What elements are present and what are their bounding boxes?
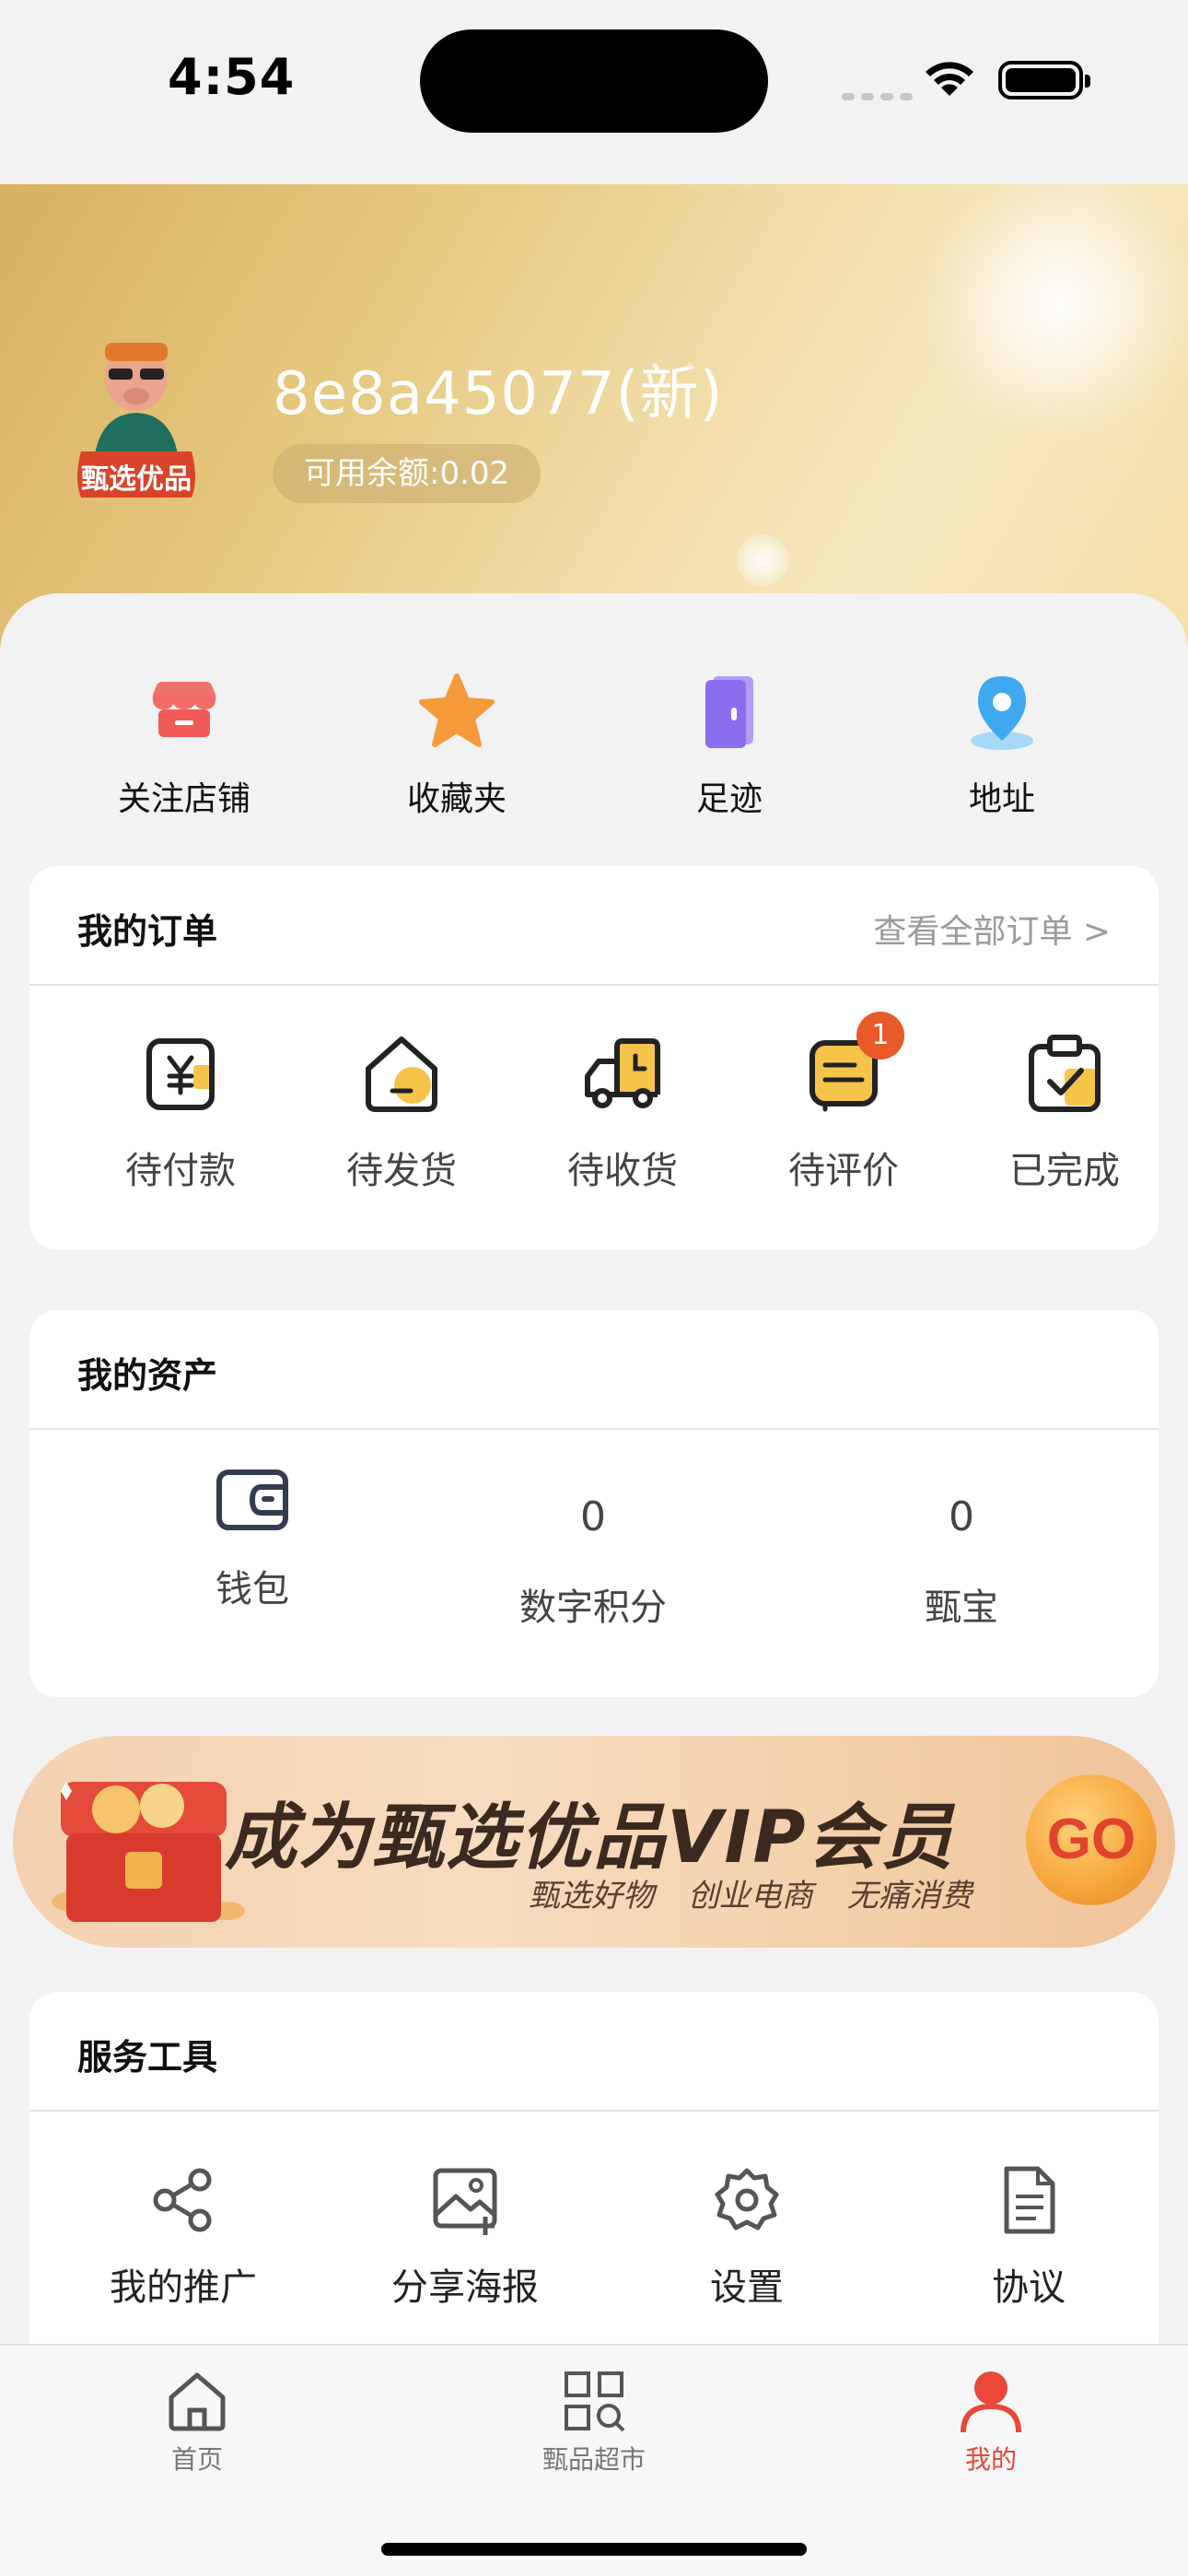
share-icon: [153, 2168, 212, 2232]
tab-label: 我的: [964, 2444, 1017, 2475]
vip-title: 成为甄选优品VIP会员: [225, 1797, 955, 1879]
tools-card-header: 服务工具: [29, 1992, 1159, 2112]
order-completed[interactable]: 已完成: [973, 1028, 1157, 1194]
vip-subtitle: 甄选好物 创业电商 无痛消费: [529, 1878, 973, 1914]
tool-label: 协议: [992, 2266, 1066, 2309]
order-status-label: 待评价: [788, 1150, 899, 1192]
sun-glare: [921, 184, 1188, 442]
order-status-label: 待发货: [346, 1150, 457, 1192]
orders-title: 我的订单: [77, 911, 218, 952]
quick-link-followed-stores[interactable]: 关注店铺: [92, 667, 276, 820]
image-add-icon: [433, 2168, 497, 2235]
quick-links: 关注店铺 收藏夹 足迹 地址: [0, 667, 1188, 818]
quick-link-label: 地址: [968, 780, 1035, 818]
order-pending-shipment[interactable]: 待发货: [309, 1028, 494, 1194]
quick-link-favorites[interactable]: 收藏夹: [365, 667, 549, 820]
avatar[interactable]: 甄选优品: [53, 322, 219, 507]
quick-link-label: 关注店铺: [117, 780, 250, 818]
order-pending-review[interactable]: 1 待评价: [751, 1012, 936, 1194]
username: 8e8a45077(新): [273, 360, 724, 428]
clipboard-check-icon: [1029, 1035, 1101, 1112]
tool-label: 我的推广: [110, 2266, 257, 2309]
tool-my-promotion[interactable]: 我的推广: [77, 2163, 289, 2311]
treasure-chest-icon: [52, 1782, 245, 1922]
quick-link-label: 收藏夹: [406, 780, 507, 818]
status-bar: 4:54: [0, 0, 1188, 184]
quick-link-footprints[interactable]: 足迹: [637, 667, 821, 820]
asset-digital-points[interactable]: 0 数字积分: [455, 1485, 731, 1631]
order-status-label: 已完成: [1009, 1150, 1120, 1192]
asset-value: 0: [580, 1493, 606, 1540]
assets-card-header: 我的资产: [29, 1310, 1159, 1430]
tool-label: 设置: [710, 2266, 784, 2309]
tools-title: 服务工具: [77, 2037, 218, 2078]
orders-card-header: 我的订单 查看全部订单 >: [29, 866, 1159, 986]
quick-link-address[interactable]: 地址: [910, 667, 1094, 820]
tools-card: 服务工具 我的推广 分享海报 设置 协议: [29, 1992, 1159, 2397]
balance-pill: 可用余额:0.02: [273, 444, 542, 503]
bottom-tab-bar: 首页 甄品超市 我的: [0, 2344, 1188, 2576]
asset-label: 钱包: [215, 1568, 289, 1610]
review-count-badge: 1: [856, 1012, 904, 1060]
grid-search-icon: [565, 2371, 625, 2432]
dynamic-island: [420, 29, 768, 133]
order-pending-payment[interactable]: 待付款: [88, 1028, 273, 1194]
asset-wallet[interactable]: 钱包: [114, 1467, 390, 1612]
avatar-logo-text: 甄选优品: [81, 463, 192, 496]
yen-wallet-icon: [146, 1038, 215, 1110]
tab-label: 甄品超市: [542, 2444, 646, 2475]
status-time: 4:54: [168, 48, 296, 106]
orders-card: 我的订单 查看全部订单 > 待付款 待发货 待收货 1 待评价 已完成: [29, 866, 1159, 1249]
tool-agreement[interactable]: 协议: [923, 2163, 1135, 2311]
asset-zhenbao[interactable]: 0 甄宝: [823, 1485, 1100, 1631]
battery-icon: [998, 61, 1090, 100]
order-pending-receipt[interactable]: 待收货: [530, 1028, 715, 1194]
star-icon: [419, 673, 495, 747]
home-icon: [169, 2372, 226, 2431]
tab-home[interactable]: 首页: [105, 2366, 289, 2476]
assets-title: 我的资产: [77, 1355, 218, 1396]
asset-label: 甄宝: [925, 1587, 998, 1629]
tab-mine[interactable]: 我的: [899, 2366, 1083, 2476]
cellular-signal-icon: [842, 87, 919, 104]
order-status-row: 待付款 待发货 待收货 1 待评价 已完成: [29, 986, 1159, 1249]
store-icon: [152, 682, 216, 737]
asset-value: 0: [949, 1493, 974, 1540]
gear-icon: [715, 2168, 779, 2231]
tool-label: 分享海报: [391, 2266, 539, 2309]
tool-settings[interactable]: 设置: [641, 2163, 853, 2311]
footprint-icon: [705, 676, 753, 748]
vip-go-button[interactable]: GO: [1026, 1774, 1157, 1905]
house-box-icon: [366, 1036, 437, 1112]
quick-link-label: 足迹: [695, 780, 763, 818]
location-pin-icon: [971, 676, 1033, 750]
assets-card: 我的资产 钱包 0 数字积分 0 甄宝: [29, 1310, 1159, 1697]
lens-flare: [737, 534, 788, 586]
tab-supermarket[interactable]: 甄品超市: [502, 2366, 686, 2476]
wallet-icon: [216, 1469, 288, 1530]
order-status-label: 待收货: [567, 1150, 678, 1192]
order-status-label: 待付款: [125, 1150, 236, 1192]
profile-header: 甄选优品 8e8a45077(新) 可用余额:0.02: [0, 184, 1188, 663]
view-all-orders-link[interactable]: 查看全部订单 >: [873, 905, 1111, 953]
wifi-icon: [926, 62, 973, 96]
main-sheet: 关注店铺 收藏夹 足迹 地址 我的订单 查看全部订单 > 待付款 待发货 待收货…: [0, 593, 1188, 2528]
tab-label: 首页: [170, 2444, 223, 2475]
user-icon: [961, 2371, 1021, 2433]
tool-share-poster[interactable]: 分享海报: [359, 2163, 571, 2311]
truck-icon: [585, 1038, 660, 1108]
vip-banner[interactable]: 成为甄选优品VIP会员 甄选好物 创业电商 无痛消费 GO: [13, 1736, 1175, 1948]
home-indicator: [381, 2543, 807, 2556]
asset-label: 数字积分: [519, 1587, 667, 1629]
document-icon: [1004, 2166, 1055, 2234]
